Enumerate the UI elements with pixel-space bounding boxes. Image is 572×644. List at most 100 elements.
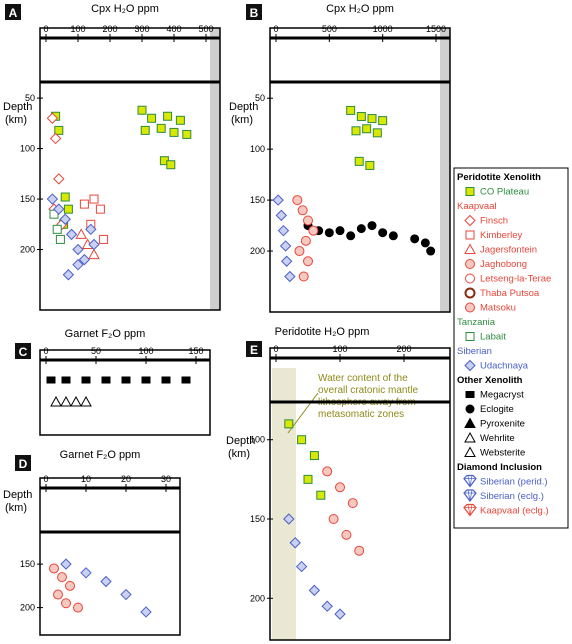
- panel-a-xtick-label: 200: [102, 24, 117, 34]
- data-point-kaapvaal: [347, 498, 358, 509]
- panel-a-ytick-label: 200: [20, 245, 35, 255]
- data-point-megacryst: [181, 376, 191, 384]
- data-point-co-plateau: [63, 204, 73, 214]
- panel-a-plot: 0 100 200 300 400 500 50 100 150 200: [20, 24, 221, 311]
- panel-b-ylabel-2: (km): [231, 114, 253, 126]
- panel-d-ytick-label: 150: [20, 559, 35, 569]
- data-point-co-plateau: [362, 124, 372, 134]
- data-point-co-plateau: [137, 105, 147, 115]
- data-point-co-plateau: [169, 127, 179, 137]
- legend-marker-labait: [465, 332, 475, 341]
- panel-a-ytick-label: 100: [20, 144, 35, 154]
- panel-d-plot: 0 10 20 30 150 200: [20, 474, 181, 636]
- panel-a-ylabel-2: (km): [5, 114, 27, 126]
- panel-b-side-shade: [440, 28, 450, 312]
- legend-label-jagersfontein: Jagersfontein: [480, 245, 537, 256]
- data-point-co-plateau: [297, 435, 307, 445]
- data-point-eclogite: [426, 246, 436, 256]
- data-point-finsch: [53, 173, 65, 185]
- panel-b-ytick-label: 150: [250, 195, 265, 205]
- data-point-finsch: [49, 132, 62, 145]
- panel-b: Cpx H₂O ppm B Depth (km): [229, 3, 394, 126]
- panel-d-ytick-label: 200: [20, 603, 35, 613]
- data-point-co-plateau: [303, 474, 313, 484]
- data-point-kaapvaal: [294, 246, 305, 257]
- data-point-websterite: [80, 395, 92, 407]
- data-point-kaapvaal: [57, 572, 67, 583]
- data-point-udachnaya: [275, 209, 288, 222]
- panel-e-xtick-label: 100: [332, 344, 347, 354]
- data-point-kimberley: [95, 204, 105, 214]
- legend-label-kaap_eclg: Kaapvaal (eclg.): [480, 506, 549, 517]
- panel-a-xtick-label: 300: [134, 24, 149, 34]
- data-point-co-plateau: [346, 105, 356, 115]
- data-point-udachnaya: [295, 560, 308, 573]
- legend-marker-thaba_putsoa: [464, 287, 476, 299]
- panel-d-frame: [39, 477, 181, 636]
- legend-label-matsoku: Matsoku: [480, 303, 516, 314]
- legend-marker-jaghobong: [465, 259, 475, 269]
- legend-label-kimberley: Kimberley: [480, 230, 522, 241]
- panel-b-title: Cpx H₂O ppm: [326, 3, 394, 15]
- panel-d-title: Garnet F₂O ppm: [60, 449, 141, 461]
- legend-label-udachnaya: Udachnaya: [480, 361, 529, 372]
- panel-e-ytick-label: 150: [250, 514, 265, 524]
- data-point-kaapvaal: [298, 271, 309, 282]
- data-point-megacryst: [161, 376, 171, 384]
- data-point-udachnaya: [140, 606, 152, 618]
- legend-marker-co_plateau: [465, 187, 475, 196]
- legend: Peridotite Xenolith CO Plateau Kaapvaal Fin…: [453, 167, 569, 529]
- panel-b-xtick-label: 1500: [426, 24, 446, 34]
- data-point-kaapvaal: [341, 529, 352, 540]
- data-point-eclogite: [356, 224, 366, 234]
- panel-e-xtick-label: 200: [396, 344, 411, 354]
- data-point-kaapvaal: [300, 235, 311, 246]
- legend-label-header_peridotite: Peridotite Xenolith: [457, 172, 541, 183]
- data-point-kaapvaal: [49, 563, 59, 574]
- panel-e-ylabel-2: (km): [228, 448, 250, 460]
- data-point-udachnaya: [60, 558, 72, 570]
- data-point-udachnaya: [62, 269, 75, 281]
- data-point-megacryst: [61, 376, 71, 384]
- data-point-udachnaya: [80, 567, 92, 579]
- legend-label-tanzania: Tanzania: [457, 317, 496, 328]
- panel-b-ytick-label: 200: [250, 246, 265, 256]
- panel-d-ylabel-2: (km): [5, 502, 27, 514]
- data-point-co-plateau: [365, 160, 375, 170]
- panel-d: Garnet F₂O ppm D Depth (km): [3, 449, 140, 514]
- data-point-kaapvaal: [303, 215, 313, 226]
- panel-a-title: Cpx H₂O ppm: [91, 3, 159, 15]
- data-point-co-plateau: [316, 490, 326, 500]
- legend-marker-eclogite: [465, 404, 475, 414]
- panel-a-xtick-label: 0: [43, 24, 48, 34]
- panel-c-xtick-label: 100: [138, 346, 153, 356]
- panel-e-plot: Water content of theoverall cratonic man…: [250, 344, 451, 641]
- data-point-co-plateau: [354, 156, 364, 166]
- data-point-co-plateau: [367, 114, 377, 124]
- panel-c-xtick-label: 0: [43, 346, 48, 356]
- panel-b-ytick-label: 50: [255, 93, 265, 103]
- panel-a-letter: A: [9, 6, 18, 20]
- panel-e-annotation-line: metasomatic zones: [318, 409, 404, 420]
- data-point-co-plateau: [60, 192, 70, 202]
- data-point-udachnaya: [280, 255, 293, 267]
- legend-label-wehrlite: Wehrlite: [480, 433, 515, 444]
- data-point-kimberley: [99, 234, 109, 244]
- data-point-udachnaya: [65, 228, 78, 241]
- data-point-megacryst: [81, 376, 91, 384]
- data-point-eclogite: [410, 234, 420, 244]
- data-point-co-plateau: [147, 113, 157, 123]
- data-point-jagersfontein: [88, 248, 100, 260]
- legend-label-header_other: Other Xenolith: [457, 375, 523, 386]
- data-point-eclogite: [367, 221, 377, 231]
- panel-b-ytick-label: 100: [250, 144, 265, 154]
- panel-b-xtick-label: 0: [273, 24, 278, 34]
- legend-marker-megacryst: [465, 391, 475, 398]
- data-point-co-plateau: [175, 115, 185, 125]
- panel-a-xtick-label: 500: [198, 24, 213, 34]
- legend-label-sib_eclg: Siberian (eclg.): [480, 491, 544, 502]
- legend-label-finsch: Finsch: [480, 216, 508, 227]
- panel-d-xtick-label: 30: [161, 474, 171, 484]
- data-point-eclogite: [324, 228, 334, 238]
- panel-a-ytick-label: 150: [20, 194, 35, 204]
